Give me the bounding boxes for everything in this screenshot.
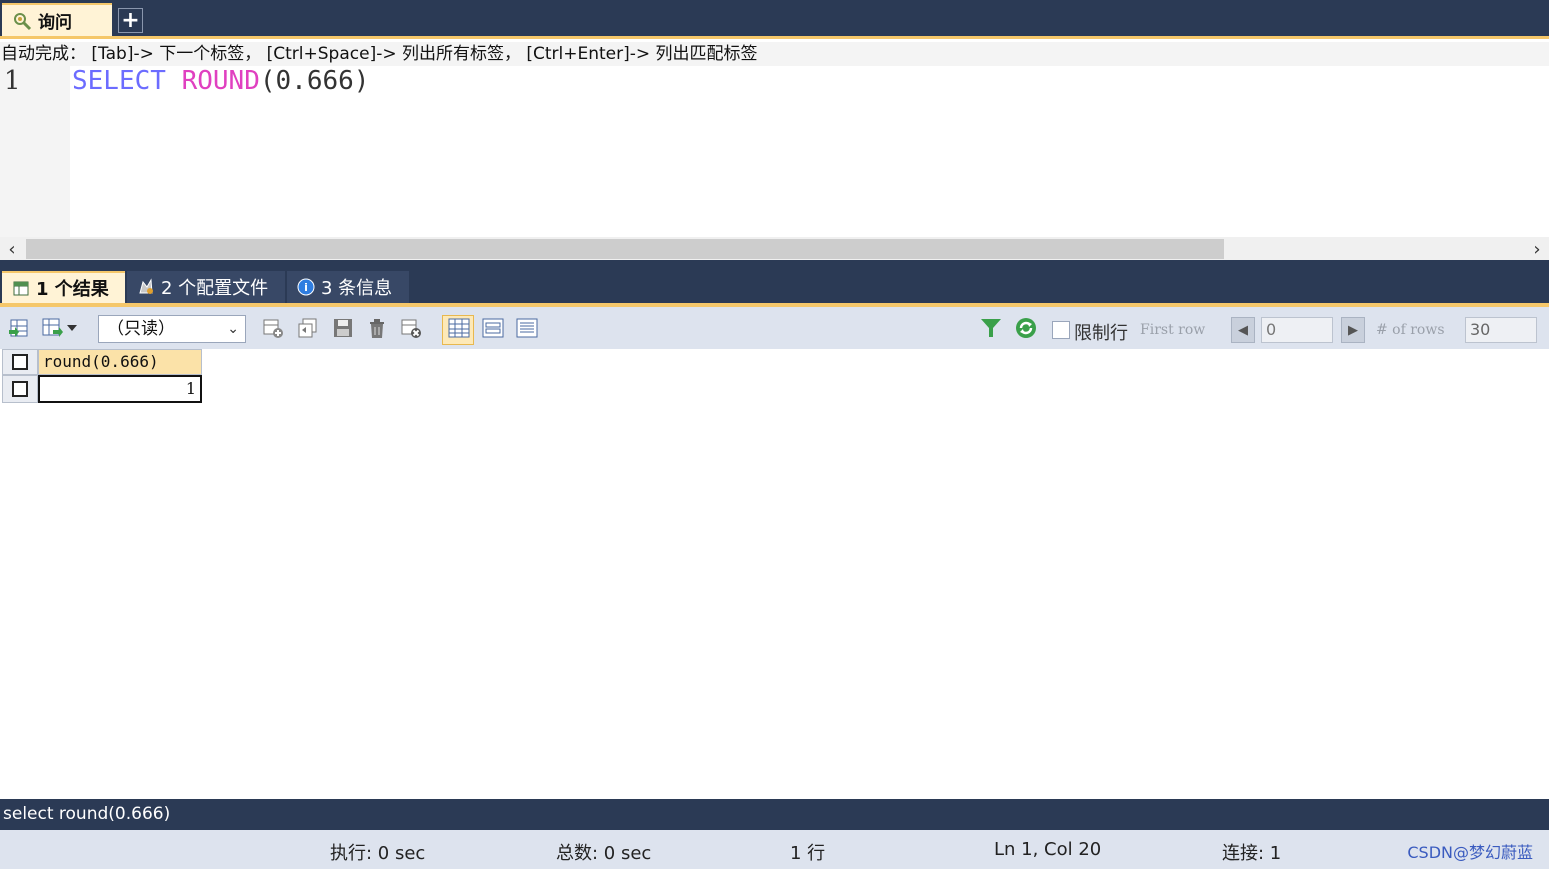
sql-args: (0.666)	[259, 66, 370, 96]
results-grid-icon	[12, 279, 30, 297]
cursor-position: Ln 1, Col 20	[994, 839, 1102, 860]
query-editor[interactable]: 自动完成： [Tab]-> 下一个标签， [Ctrl+Space]-> 列出所有…	[0, 36, 1549, 261]
scroll-thumb[interactable]	[26, 239, 1224, 259]
import-icon[interactable]	[40, 315, 66, 341]
query-tab-label: 询问	[38, 13, 72, 33]
first-row-input[interactable]: 0	[1261, 317, 1333, 343]
filter-icon[interactable]	[978, 315, 1004, 341]
refresh-icon[interactable]	[1013, 315, 1039, 341]
connection-count: 连接: 1	[1222, 843, 1282, 864]
mode-select[interactable]: （只读） ⌄	[98, 315, 246, 343]
prev-page-button[interactable]: ◀	[1231, 317, 1255, 343]
code-line[interactable]: SELECT ROUND(0.666)	[72, 66, 369, 96]
query-tab-bar: 询问 +	[0, 0, 1549, 36]
svg-text:i: i	[304, 281, 308, 294]
status-bar: 执行: 0 sec 总数: 0 sec 1 行 Ln 1, Col 20 连接:…	[0, 830, 1549, 869]
mode-select-value: （只读）	[107, 319, 175, 339]
results-toolbar: （只读） ⌄ 限制行 First row ◀ 0 ▶ # of rows 30	[0, 303, 1549, 349]
save-icon[interactable]	[330, 315, 356, 341]
rows-count-label: # of rows	[1376, 322, 1445, 338]
autocomplete-hint: 自动完成： [Tab]-> 下一个标签， [Ctrl+Space]-> 列出所有…	[0, 42, 1549, 66]
chevron-down-icon[interactable]	[64, 315, 80, 341]
tab-messages-label: 3 条信息	[321, 278, 393, 299]
tab-results-label: 1 个结果	[36, 279, 109, 300]
select-all-checkbox[interactable]	[2, 349, 38, 375]
first-row-label: First row	[1140, 322, 1206, 338]
info-icon: i	[297, 278, 315, 296]
discard-icon[interactable]	[398, 315, 424, 341]
grid-view-icon[interactable]	[446, 315, 472, 341]
row-count: 1 行	[790, 843, 826, 864]
profile-icon	[137, 278, 155, 296]
text-view-icon[interactable]	[514, 315, 540, 341]
row-checkbox[interactable]	[2, 375, 38, 403]
sqlyog-window: 询问 + 自动完成： [Tab]-> 下一个标签， [Ctrl+Space]->…	[0, 0, 1549, 869]
query-icon	[12, 11, 32, 31]
tab-profile-label: 2 个配置文件	[161, 278, 269, 299]
insert-row-icon[interactable]	[260, 315, 286, 341]
scroll-right-icon[interactable]: ›	[1525, 237, 1549, 261]
duplicate-row-icon[interactable]	[295, 315, 321, 341]
query-tab[interactable]: 询问	[2, 3, 112, 36]
sql-keyword: SELECT	[72, 66, 166, 96]
limit-rows-checkbox[interactable]	[1052, 321, 1070, 339]
exec-time: 执行: 0 sec	[330, 843, 426, 864]
delete-icon[interactable]	[364, 315, 390, 341]
scroll-left-icon[interactable]: ‹	[0, 237, 24, 261]
result-tab-bar: 1 个结果 2 个配置文件 i 3 条信息	[0, 260, 1549, 303]
limit-rows-label: 限制行	[1074, 323, 1128, 344]
checkbox-icon	[12, 354, 28, 370]
add-tab-button[interactable]: +	[118, 8, 143, 33]
tab-results[interactable]: 1 个结果	[2, 271, 125, 303]
sql-status-bar: select round(0.666)	[0, 799, 1549, 830]
horizontal-scrollbar[interactable]: ‹ ›	[0, 237, 1549, 261]
column-header[interactable]: round(0.666)	[38, 349, 202, 375]
form-view-icon[interactable]	[480, 315, 506, 341]
next-page-button[interactable]: ▶	[1341, 317, 1365, 343]
result-grid: round(0.666) 1	[0, 349, 1549, 799]
rows-count-input[interactable]: 30	[1465, 317, 1537, 343]
sql-function: ROUND	[181, 66, 260, 96]
tab-profile[interactable]: 2 个配置文件	[127, 271, 285, 303]
table-cell[interactable]: 1	[38, 375, 202, 403]
watermark: CSDN@梦幻蔚蓝	[1407, 843, 1533, 862]
tab-messages[interactable]: i 3 条信息	[287, 271, 409, 303]
chevron-down-icon: ⌄	[227, 321, 239, 337]
total-time: 总数: 0 sec	[556, 843, 652, 864]
export-icon[interactable]	[6, 315, 32, 341]
line-number: 1	[4, 66, 21, 96]
checkbox-icon	[12, 381, 28, 397]
